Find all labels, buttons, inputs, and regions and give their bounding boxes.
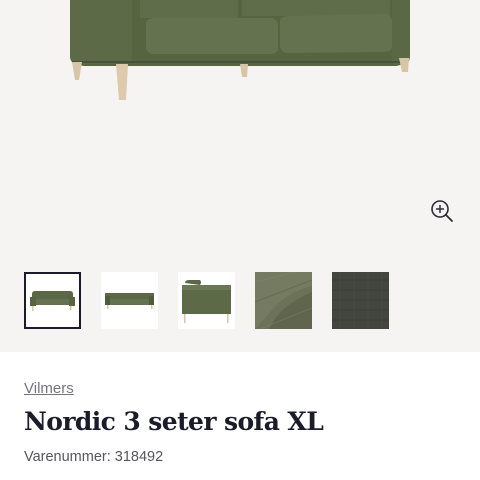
sofa-image (70, 0, 410, 100)
product-sku: Varenummer: 318492 (24, 449, 164, 465)
thumbnail-sofa-front[interactable] (101, 272, 158, 329)
product-info: Vilmers Nordic 3 seter sofa XL Varenumme… (0, 352, 480, 480)
zoom-button[interactable] (429, 198, 455, 224)
zoom-in-icon (431, 200, 453, 222)
main-product-image[interactable] (0, 0, 480, 250)
product-gallery (0, 0, 480, 352)
thumbnail-sofa-side[interactable] (178, 272, 235, 329)
thumbnail-sofa-angle[interactable] (24, 272, 81, 329)
product-title: Nordic 3 seter sofa XL (24, 407, 324, 436)
thumbnail-fabric-closeup[interactable] (255, 272, 312, 329)
brand-link[interactable]: Vilmers (24, 380, 74, 397)
thumbnail-fabric-swatch[interactable] (332, 272, 389, 329)
